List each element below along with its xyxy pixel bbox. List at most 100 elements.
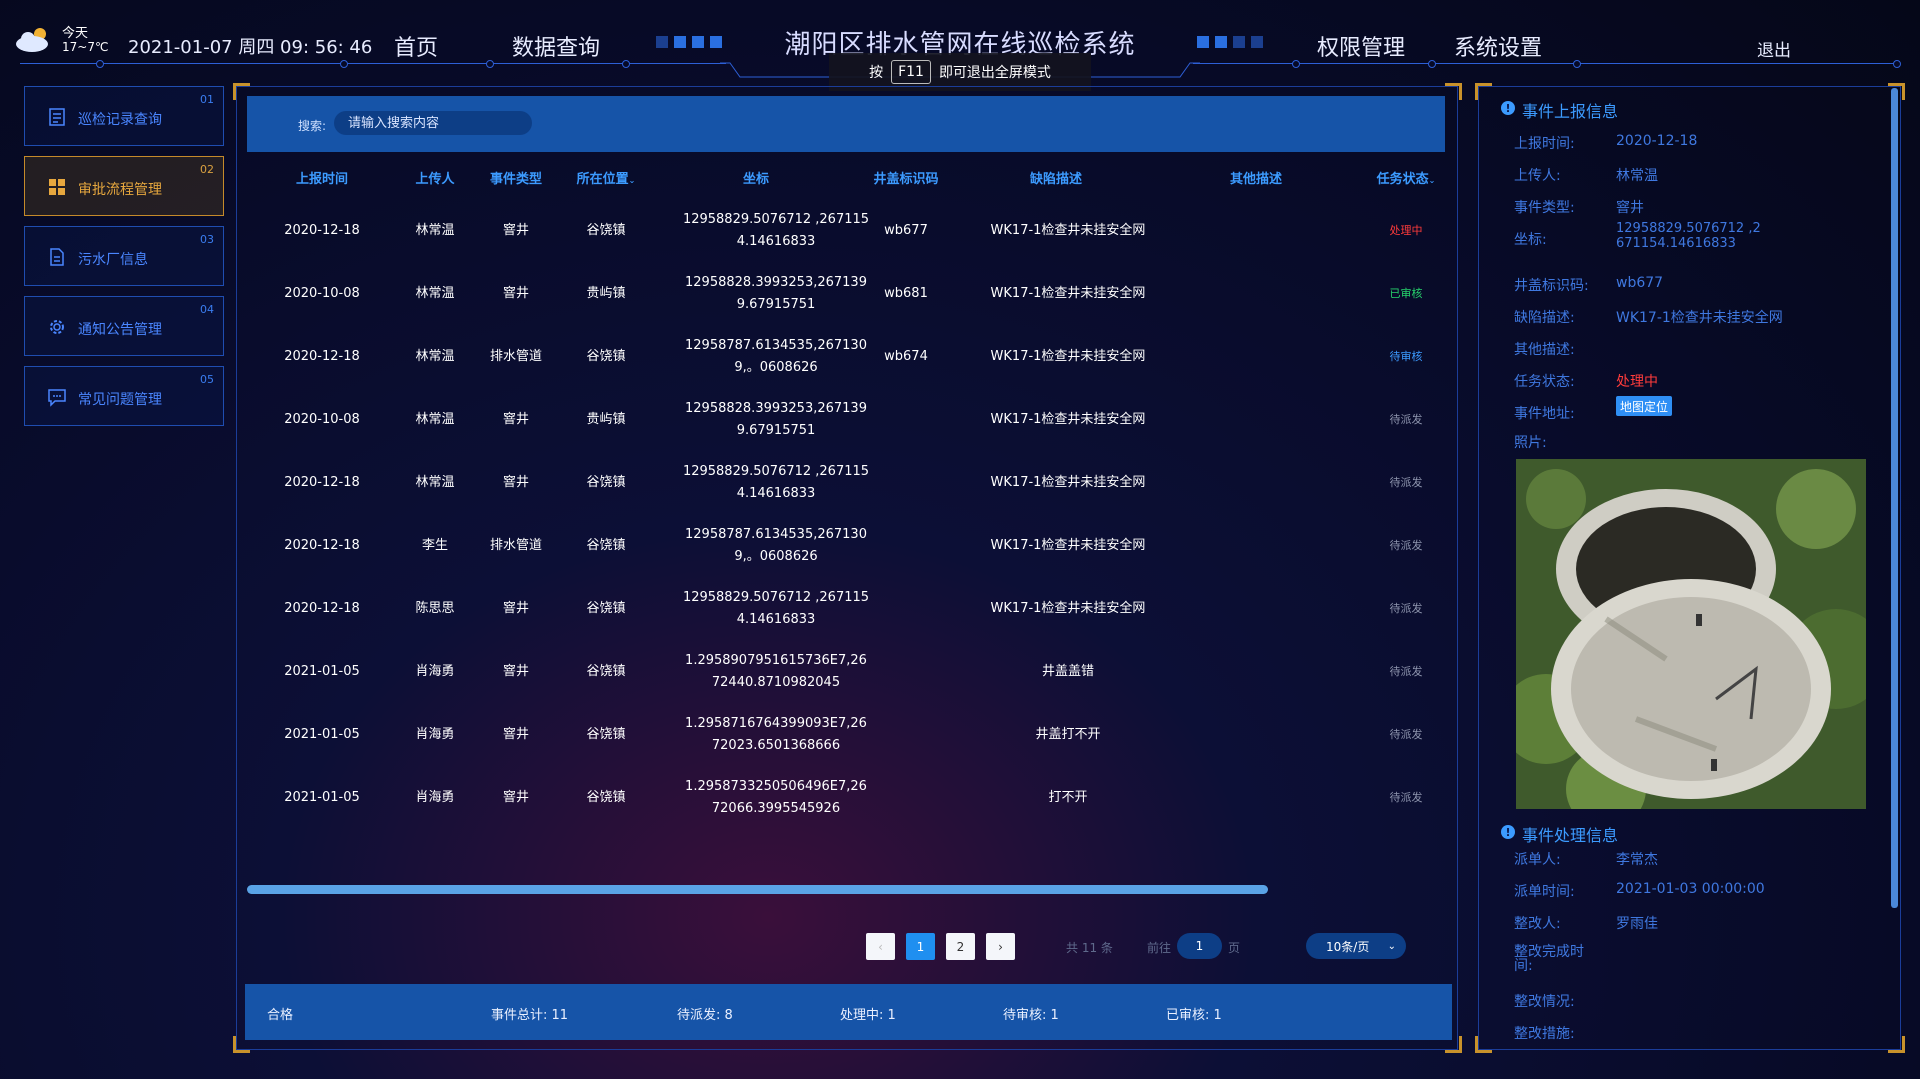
panel-corner: [1888, 1036, 1905, 1053]
cell-status: 待派发: [1389, 790, 1423, 804]
cell-user: 林常温: [415, 411, 455, 427]
col-header-status[interactable]: 任务状态⌄: [1366, 168, 1446, 187]
toast-key: F11: [891, 60, 931, 84]
cell-code: wb674: [884, 348, 928, 364]
detail-value: wb677: [1616, 275, 1664, 291]
cell-other: [1216, 199, 1296, 262]
col-header-location[interactable]: 所在位置⌄: [566, 168, 646, 187]
cell-loc: 谷饶镇: [586, 600, 626, 616]
photo-label: 照片:: [1514, 435, 1547, 451]
nav-home[interactable]: 首页: [394, 30, 438, 62]
cell-coord-line1: 12958829.5076712 ,267115: [682, 211, 870, 227]
sidebar-item-label: 污水厂信息: [78, 252, 148, 268]
col-header-other[interactable]: 其他描述: [1216, 168, 1296, 187]
cell-defect: WK17-1检查井未挂安全网: [990, 600, 1146, 616]
col-header-defect[interactable]: 缺陷描述: [1016, 168, 1096, 187]
datetime: 2021-01-07 周四 09: 56: 46: [128, 37, 373, 58]
page-1-button[interactable]: 1: [906, 933, 935, 960]
cell-coord: 12958829.5076712 ,267115 4.14616833: [661, 451, 891, 514]
detail-key: 派单时间:: [1514, 884, 1575, 900]
weather-today: 今天: [62, 26, 89, 41]
line-node: [96, 60, 104, 68]
grid-icon: [49, 179, 65, 195]
table-row[interactable]: 2020-10-08 林常温 窨井 贵屿镇 12958828.3993253,26713…: [257, 388, 1437, 451]
cell-type: 窨井: [502, 789, 529, 805]
page-size-select[interactable]: 10条/页 ⌄: [1306, 933, 1406, 959]
detail-value: 2021-01-03 00:00:00: [1616, 881, 1765, 897]
table-row[interactable]: 2021-01-05 肖海勇 窨井 谷饶镇 1.2958716764399093E7,2…: [257, 703, 1437, 766]
col-header-status-label: 任务状态: [1376, 172, 1429, 187]
page-2-button[interactable]: 2: [946, 933, 975, 960]
table-row[interactable]: 2021-01-05 肖海勇 窨井 谷饶镇 1.2958907951615736E7,2…: [257, 640, 1437, 703]
info-icon: !: [1501, 825, 1515, 839]
table-row[interactable]: 2020-12-18 陈思思 窨井 谷饶镇 12958829.5076712 ,2671…: [257, 577, 1437, 640]
sidebar-item-notice[interactable]: 04 通知公告管理: [24, 296, 224, 356]
sort-caret-icon: ⌄: [628, 176, 636, 185]
nav-permission[interactable]: 权限管理: [1317, 30, 1405, 62]
sidebar-item-faq[interactable]: 05 常见问题管理: [24, 366, 224, 426]
prev-page-button[interactable]: ‹: [866, 933, 895, 960]
deco-square: [692, 36, 704, 48]
goto-page-input[interactable]: 1: [1177, 933, 1222, 959]
cell-status: 处理中: [1389, 223, 1423, 237]
table-row[interactable]: 2020-10-08 林常温 窨井 贵屿镇 12958828.3993253,26713…: [257, 262, 1437, 325]
cell-coord: 12958828.3993253,267139 9.67915751: [661, 388, 891, 451]
nav-settings[interactable]: 系统设置: [1454, 30, 1542, 62]
nav-data-query[interactable]: 数据查询: [512, 30, 600, 62]
detail-value: 林常温: [1616, 168, 1658, 184]
vertical-scrollbar[interactable]: [1891, 88, 1898, 908]
detail-key: 坐标:: [1514, 232, 1547, 248]
next-page-button[interactable]: ›: [986, 933, 1015, 960]
sidebar-item-label: 审批流程管理: [78, 182, 162, 198]
sidebar-item-label: 常见问题管理: [78, 392, 162, 408]
cell-type: 窨井: [502, 411, 529, 427]
cell-other: [1216, 514, 1296, 577]
col-header-user[interactable]: 上传人: [400, 168, 470, 187]
line-node: [1893, 60, 1901, 68]
table-row[interactable]: 2020-12-18 林常温 窨井 谷饶镇 12958829.5076712 ,2671…: [257, 199, 1437, 262]
cell-time: 2020-12-18: [284, 222, 360, 238]
cell-type: 窨井: [502, 222, 529, 238]
table-row[interactable]: 2021-01-05 肖海勇 窨井 谷饶镇 1.2958733250506496E7,2…: [257, 766, 1437, 829]
cell-status: 待派发: [1389, 475, 1423, 489]
line-node: [340, 60, 348, 68]
cell-type: 排水管道: [489, 348, 542, 364]
col-header-coord[interactable]: 坐标: [716, 168, 796, 187]
deco-square: [1215, 36, 1227, 48]
sort-caret-icon: ⌄: [1428, 176, 1436, 185]
cell-defect: WK17-1检查井未挂安全网: [990, 411, 1146, 427]
col-header-code[interactable]: 井盖标识码: [858, 168, 954, 187]
horizontal-scrollbar[interactable]: [247, 885, 1268, 894]
cell-code: [858, 514, 954, 577]
sidebar-item-num: 04: [200, 303, 214, 316]
col-header-type[interactable]: 事件类型: [476, 168, 556, 187]
sidebar-item-inspection-records[interactable]: 01 巡检记录查询: [24, 86, 224, 146]
cell-user: 林常温: [415, 348, 455, 364]
cell-code: [858, 577, 954, 640]
map-locate-button[interactable]: 地图定位: [1616, 396, 1672, 416]
table-row[interactable]: 2020-12-18 林常温 窨井 谷饶镇 12958829.5076712 ,2671…: [257, 451, 1437, 514]
cell-coord-line2: 9.67915751: [736, 296, 816, 312]
cell-time: 2021-01-05: [284, 726, 360, 742]
cell-coord: 12958787.6134535,267130 9,。0608626: [661, 325, 891, 388]
page-size-value: 10条/页: [1326, 939, 1370, 954]
sidebar-item-approval-flow[interactable]: 02 审批流程管理: [24, 156, 224, 216]
summary-pending-review: 待审核: 1: [1003, 1008, 1059, 1023]
cell-time: 2020-10-08: [284, 285, 360, 301]
cell-status: 已审核: [1389, 286, 1423, 300]
sidebar-item-sewage-plant[interactable]: 03 污水厂信息: [24, 226, 224, 286]
search-input[interactable]: [334, 111, 532, 135]
col-header-time[interactable]: 上报时间: [282, 168, 362, 187]
sidebar-item-label: 通知公告管理: [78, 322, 162, 338]
table-row[interactable]: 2020-12-18 林常温 排水管道 谷饶镇 12958787.6134535,267…: [257, 325, 1437, 388]
logout-button[interactable]: 退出: [1757, 36, 1791, 61]
cell-coord-line1: 1.2958716764399093E7,26: [685, 715, 867, 731]
cell-coord-line1: 12958829.5076712 ,267115: [682, 463, 870, 479]
table-row[interactable]: 2020-12-18 李生 排水管道 谷饶镇 12958787.6134535,2671…: [257, 514, 1437, 577]
cell-defect: 井盖盖错: [1041, 663, 1094, 679]
cell-time: 2020-12-18: [284, 474, 360, 490]
chat-icon: [48, 389, 66, 407]
deco-square: [656, 36, 668, 48]
cell-defect: WK17-1检查井未挂安全网: [990, 222, 1146, 238]
weather-temp: 17~7℃: [62, 40, 109, 54]
